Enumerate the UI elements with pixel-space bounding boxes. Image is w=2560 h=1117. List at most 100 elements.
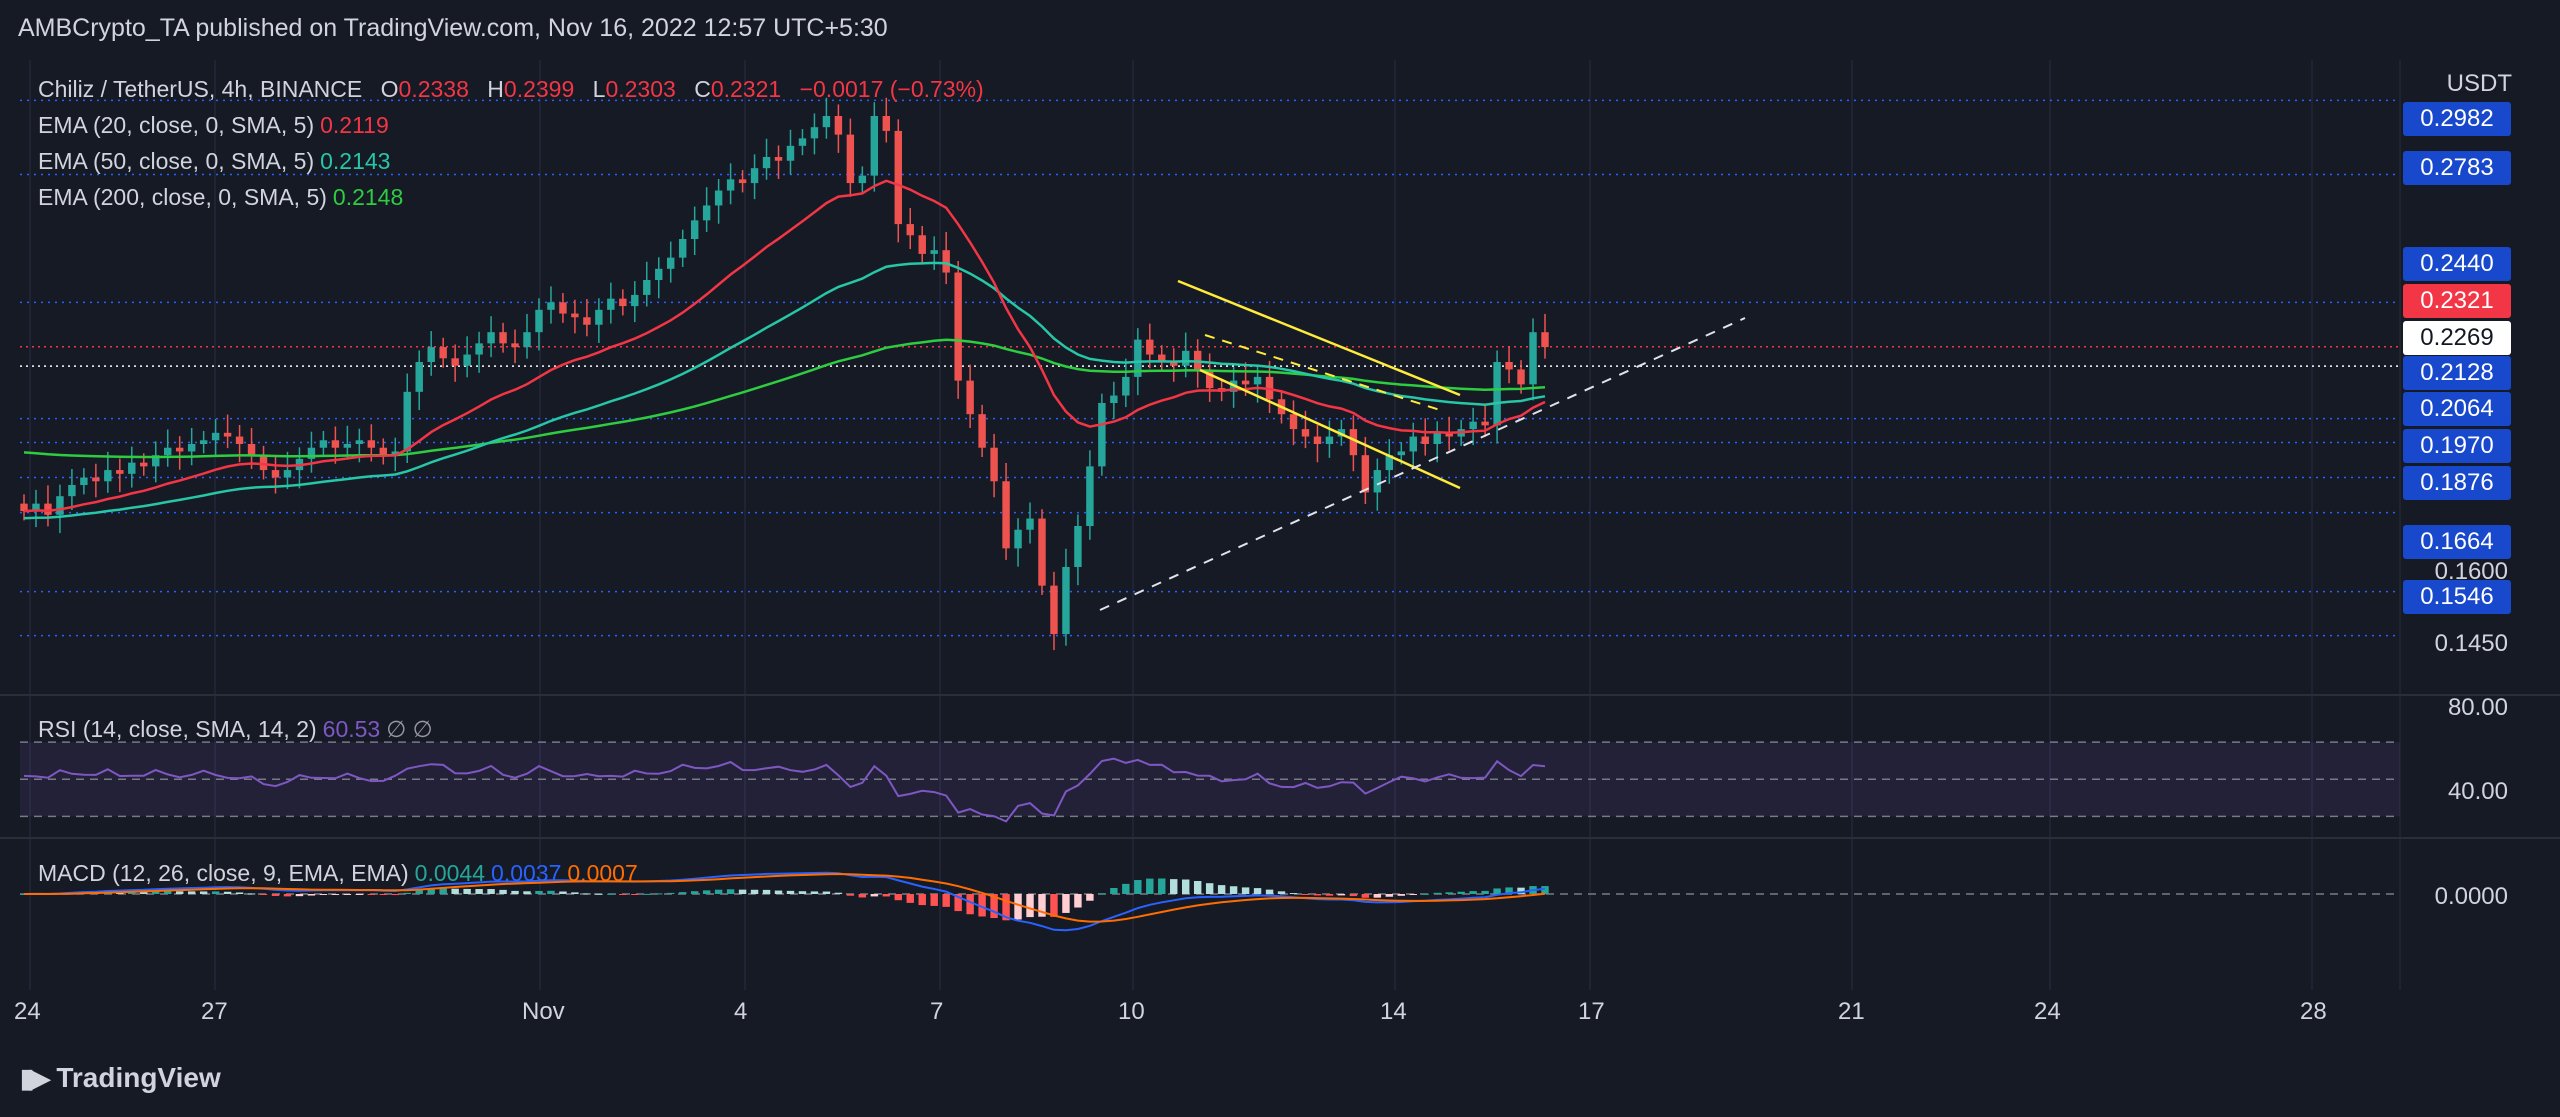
macd-histogram-bar [1301,894,1310,895]
macd-histogram-bar [1050,894,1058,917]
time-label: 7 [930,998,944,1025]
macd-axis-zero: 0.0000 [2434,883,2508,910]
macd-signal-value: 0.0007 [567,860,638,886]
macd-histogram-bar [834,892,843,894]
macd-histogram-bar [367,894,376,895]
macd-histogram-bar [547,890,555,894]
candle-body [678,239,687,258]
candle-body [319,440,328,448]
time-label: 10 [1118,998,1145,1025]
candle-body [834,116,843,135]
macd-histogram-bar [355,894,364,895]
macd-histogram-bar [762,889,771,894]
tradingview-logo[interactable]: ▮▶ TradingView [20,1062,221,1094]
candle-body [1409,436,1417,452]
macd-histogram-bar [1361,894,1370,898]
candle-body [1301,429,1310,437]
candle-body [990,447,998,482]
candle-body [918,235,926,254]
candle-body [1050,585,1058,635]
candle-body [619,298,627,307]
price-tag-0.1546: 0.1546 [2403,580,2511,614]
candle-body [1397,451,1405,456]
macd-histogram-bar [415,890,423,894]
candle-body [762,157,771,169]
price-tag-0.2982: 0.2982 [2403,102,2511,136]
candle-body [355,440,364,444]
macd-histogram-bar [283,894,292,897]
candle-body [1014,529,1022,549]
macd-histogram-bar [199,891,208,894]
macd-histogram-bar [175,891,184,894]
macd-histogram-bar [271,894,280,896]
macd-histogram-bar [535,890,543,894]
macd-histogram-bar [1457,891,1465,894]
macd-histogram-bar [1086,894,1094,901]
time-label: 21 [1838,998,1865,1025]
macd-histogram-bar [774,890,783,894]
macd-histogram-bar [319,894,328,895]
candle-body [595,309,603,325]
candle-body [116,470,124,474]
rsi-axis-40: 40.00 [2447,778,2508,805]
macd-histogram-bar [1373,894,1382,898]
candle-body [906,224,914,236]
candle-body [702,205,711,221]
candle-body [667,257,675,269]
macd-histogram-bar [331,894,340,895]
macd-histogram-bar [307,894,316,896]
macd-histogram-bar [631,894,639,895]
macd-histogram-bar [1469,891,1477,894]
low-value: 0.2303 [605,76,676,102]
candle-body [56,496,64,515]
candle-body [750,168,759,184]
candle-body [415,362,423,392]
time-label: 24 [2034,998,2061,1025]
candle-body [810,127,819,139]
ema200-legend: EMA (200, close, 0, SMA, 5) 0.2148 [38,184,409,211]
candle-body [343,444,352,448]
macd-histogram-bar [678,892,687,894]
price-tag-0.2440: 0.2440 [2403,247,2511,281]
candle-body [187,444,196,452]
candle-body [499,332,507,344]
macd-histogram-bar [1337,894,1346,896]
candle-body [1241,380,1250,385]
macd-histogram-bar [223,891,232,894]
candle-body [1529,332,1537,385]
tv-logo-icon: ▮▶ [20,1063,50,1093]
candle-body [140,462,148,467]
time-label: 17 [1578,998,1605,1025]
macd-histogram-bar [1397,894,1405,896]
price-tag-0.2064: 0.2064 [2403,392,2511,426]
candle-body [547,302,555,310]
candle-body [331,440,340,448]
macd-histogram-bar [1313,894,1322,896]
macd-histogram-bar [858,894,867,898]
macd-histogram-bar [235,892,244,894]
macd-histogram-bar [1349,894,1358,897]
macd-histogram-bar [187,891,196,894]
ema50-line [23,261,1546,520]
ema20-label: EMA (20, close, 0, SMA, 5) [38,112,315,138]
macd-histogram-bar [1325,894,1334,896]
candle-body [223,432,232,437]
candle-body [1313,436,1322,444]
macd-histogram-bar [1122,883,1130,894]
time-label: 4 [734,998,748,1025]
macd-histogram-bar [1481,890,1489,894]
candle-body [487,332,495,344]
macd-histogram-bar [1014,894,1022,920]
candle-body [822,116,831,128]
macd-histogram-bar [259,894,268,895]
candle-body [631,294,639,307]
candle-body [870,116,879,176]
candle-body [1146,339,1154,355]
candle-body [738,179,747,184]
candle-body [44,503,52,515]
macd-histogram-bar [894,894,902,901]
candle-body [259,455,268,471]
price-tag-0.2269: 0.2269 [2403,321,2511,355]
macd-line-value: 0.0037 [491,860,562,886]
candle-body [511,343,519,348]
